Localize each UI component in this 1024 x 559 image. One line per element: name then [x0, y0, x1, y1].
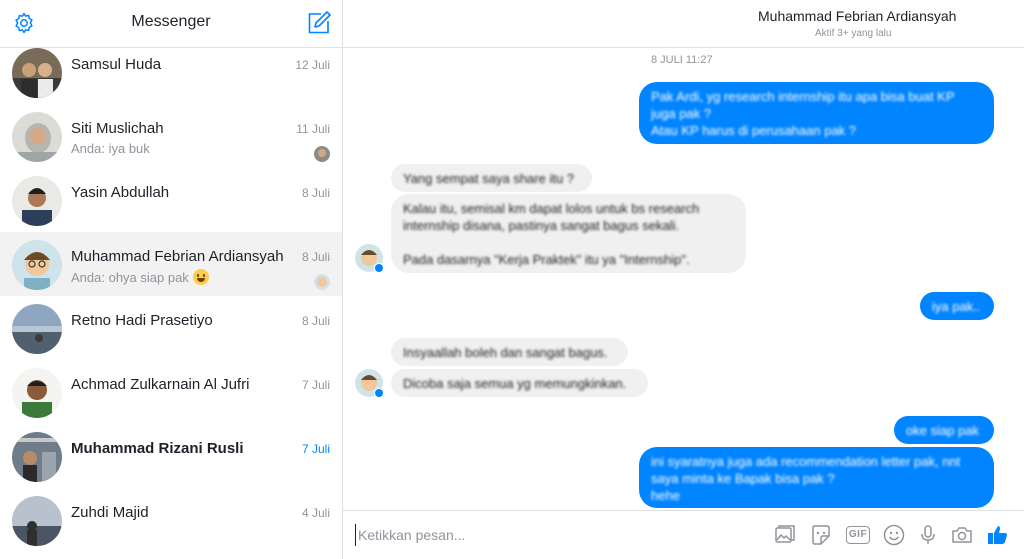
message-line: internship disana, pastinya sangat bagus… [403, 218, 680, 233]
sticker-icon[interactable] [809, 523, 833, 547]
conversation-item-retno-hadi-prasetiyo[interactable]: Retno Hadi Prasetiyo 8 Juli [0, 296, 342, 360]
conversation-date: 12 Juli [295, 58, 330, 72]
message-line: Pada dasarnya "Kerja Praktek" itu ya "In… [403, 252, 690, 267]
conversation-date: 8 Juli [301, 314, 330, 328]
seen-avatar [314, 274, 330, 290]
avatar [12, 240, 62, 290]
outgoing-message[interactable]: Pak Ardi, yg research internship itu apa… [639, 82, 994, 144]
conversation-name: Achmad Zulkarnain Al Jufri [71, 376, 250, 393]
emoji-icon[interactable] [882, 523, 906, 547]
message-timestamp: 8 JULI 11:27 [651, 54, 713, 66]
conversation-item-muhammad-febrian-ardiansyah[interactable]: Muhammad Febrian Ardiansyah 8 Juli Anda:… [0, 232, 342, 296]
message-line: Dicoba saja semua yg memungkinkan. [403, 376, 627, 391]
incoming-message[interactable]: Yang sempat saya share itu ? [391, 164, 592, 192]
message-line: juga pak ? [651, 106, 711, 121]
avatar [12, 496, 62, 546]
conversation-date: 7 Juli [301, 378, 330, 392]
conversation-name: Yasin Abdullah [71, 184, 170, 201]
conversation-date: 8 Juli [301, 250, 330, 264]
contact-name[interactable]: Muhammad Febrian Ardiansyah [758, 8, 956, 24]
conversation-item-muhammad-rizani-rusli[interactable]: Muhammad Rizani Rusli 7 Juli [0, 424, 342, 488]
message-line: Insyaallah boleh dan sangat bagus. [403, 345, 608, 360]
message-line: saya minta ke Bapak bisa pak ? [651, 471, 835, 486]
snippet-text: Anda: ohya siap pak [71, 270, 189, 285]
contact-status: Aktif 3+ yang lalu [815, 28, 892, 39]
message-input[interactable] [355, 524, 735, 546]
message-line: Kalau itu, semisal km dapat lolos untuk … [403, 201, 700, 216]
microphone-icon[interactable] [916, 523, 940, 547]
outgoing-message[interactable]: oke siap pak [894, 416, 994, 444]
sidebar-title: Messenger [131, 13, 211, 30]
conversation-item-zuhdi-majid[interactable]: Zuhdi Majid 4 Juli [0, 488, 342, 552]
conversation-item-siti-muslichah[interactable]: Siti Muslichah 11 Juli Anda: iya buk [0, 104, 342, 168]
gif-icon[interactable]: GIF [845, 523, 870, 547]
conversation-item-yasin-abdullah[interactable]: Yasin Abdullah 8 Juli [0, 168, 342, 232]
image-icon[interactable] [773, 523, 797, 547]
gif-label: GIF [846, 526, 870, 544]
message-line: Atau KP harus di perusahaan pak ? [651, 123, 857, 138]
conversation-date: 8 Juli [301, 186, 330, 200]
conversation-list-pane: Messenger Samsul Huda 12 Juli Siti Musli… [0, 0, 343, 559]
conversation-snippet: Anda: ohya siap pak [71, 269, 209, 285]
conversation-item-achmad-zulkarnain-al-jufri[interactable]: Achmad Zulkarnain Al Jufri 7 Juli [0, 360, 342, 424]
avatar [12, 368, 62, 418]
avatar [12, 112, 62, 162]
incoming-message[interactable]: Kalau itu, semisal km dapat lolos untuk … [391, 194, 746, 273]
conversation-name: Siti Muslichah [71, 120, 164, 137]
messenger-badge-icon [374, 263, 384, 273]
conversation-name: Retno Hadi Prasetiyo [71, 312, 213, 329]
conversation-name: Muhammad Rizani Rusli [71, 440, 244, 457]
conversation-snippet: Anda: iya buk [71, 141, 150, 156]
chat-header: Muhammad Febrian Ardiansyah Aktif 3+ yan… [343, 0, 1024, 48]
outgoing-message[interactable]: iya pak.. [920, 292, 994, 320]
message-line [403, 234, 734, 251]
message-line: oke siap pak [906, 423, 979, 438]
conversation-item-samsul-huda[interactable]: Samsul Huda 12 Juli [0, 40, 342, 104]
message-line: hehe [651, 488, 680, 503]
incoming-message[interactable]: Dicoba saja semua yg memungkinkan. [391, 369, 648, 397]
message-line: iya pak.. [932, 299, 981, 314]
seen-avatar [314, 146, 330, 162]
thumbs-up-icon[interactable] [986, 523, 1010, 547]
avatar [12, 48, 62, 98]
avatar [12, 432, 62, 482]
message-line: Pak Ardi, yg research internship itu apa… [651, 89, 955, 104]
compose-icon[interactable] [306, 10, 332, 36]
chat-pane: Muhammad Febrian Ardiansyah Aktif 3+ yan… [343, 0, 1024, 559]
message-line: ini syaratnya juga ada recommendation le… [651, 454, 961, 469]
conversation-date: 7 Juli [301, 442, 330, 456]
conversation-name: Zuhdi Majid [71, 504, 149, 521]
outgoing-message[interactable]: ini syaratnya juga ada recommendation le… [639, 447, 994, 508]
conversation-date: 11 Juli [296, 122, 330, 136]
camera-icon[interactable] [950, 523, 974, 547]
smiley-emoji-icon [192, 269, 209, 285]
conversation-name: Muhammad Febrian Ardiansyah [71, 248, 284, 265]
avatar [12, 304, 62, 354]
incoming-message[interactable]: Insyaallah boleh dan sangat bagus. [391, 338, 628, 366]
message-composer: GIF [343, 510, 1024, 559]
avatar [12, 176, 62, 226]
messenger-badge-icon [374, 388, 384, 398]
message-line: Yang sempat saya share itu ? [403, 171, 575, 186]
conversation-name: Samsul Huda [71, 56, 162, 73]
conversation-date: 4 Juli [301, 506, 330, 520]
